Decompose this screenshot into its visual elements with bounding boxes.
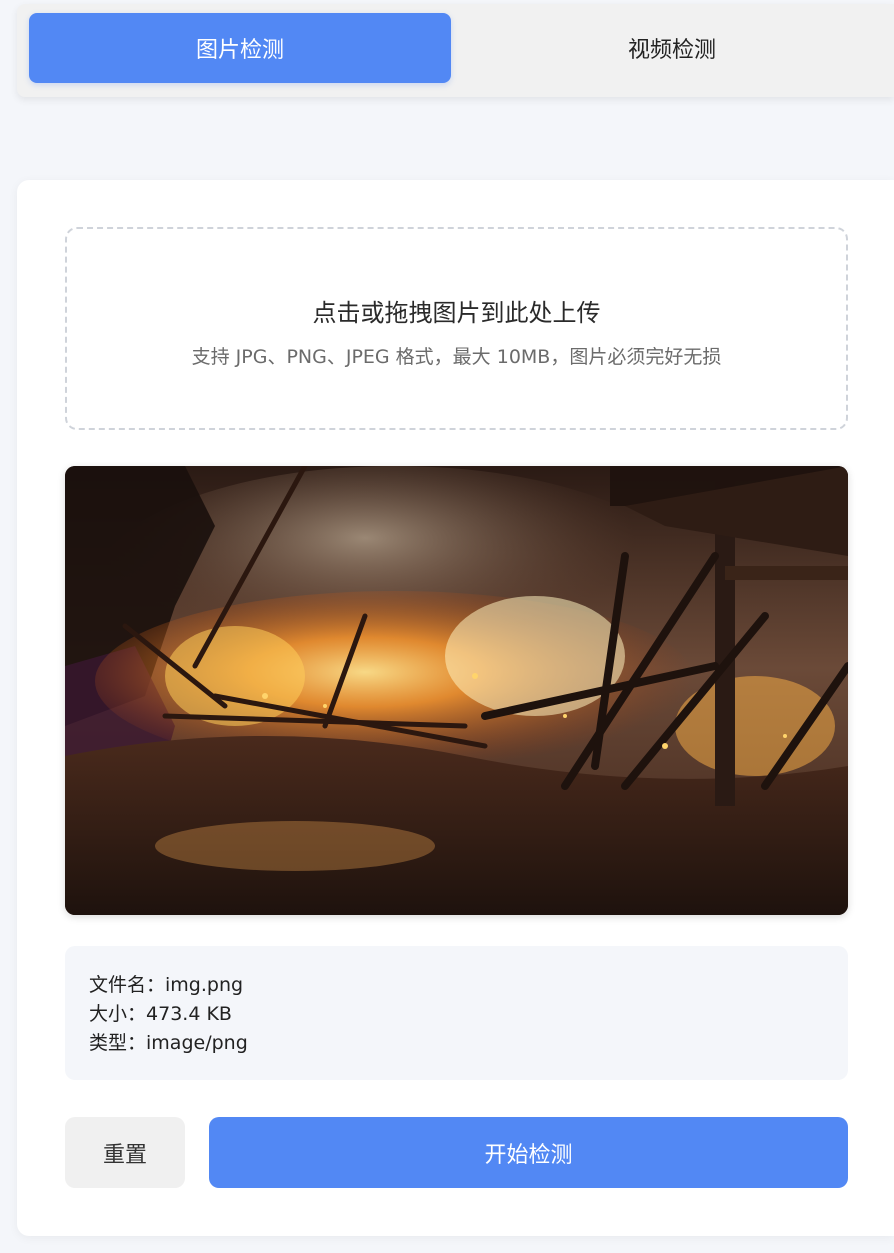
detection-mode-tabs: 图片检测 视频检测 (17, 4, 894, 97)
file-name-row: 文件名：img.png (89, 971, 848, 1000)
reset-button[interactable]: 重置 (65, 1117, 185, 1188)
tab-image-detection[interactable]: 图片检测 (29, 13, 451, 83)
file-type-label: 类型： (89, 1032, 147, 1054)
tab-video-detection[interactable]: 视频检测 (461, 13, 883, 83)
file-type-row: 类型：image/png (89, 1029, 848, 1058)
upload-hint: 支持 JPG、PNG、JPEG 格式，最大 10MB，图片必须完好无损 (191, 346, 722, 368)
detection-card: 点击或拖拽图片到此处上传 支持 JPG、PNG、JPEG 格式，最大 10MB，… (17, 180, 894, 1236)
file-size-value: 473.4 KB (146, 1003, 232, 1025)
file-size-row: 大小：473.4 KB (89, 1000, 848, 1029)
file-info-panel: 文件名：img.png 大小：473.4 KB 类型：image/png (65, 946, 848, 1080)
upload-title: 点击或拖拽图片到此处上传 (312, 299, 601, 327)
start-detection-button[interactable]: 开始检测 (209, 1117, 848, 1188)
file-name-value: img.png (165, 974, 244, 996)
image-upload-dropzone[interactable]: 点击或拖拽图片到此处上传 支持 JPG、PNG、JPEG 格式，最大 10MB，… (65, 227, 848, 430)
image-preview (65, 466, 848, 915)
fire-scene-image (65, 466, 848, 915)
file-size-label: 大小： (89, 1003, 147, 1025)
file-name-label: 文件名： (89, 974, 166, 996)
file-type-value: image/png (146, 1032, 248, 1054)
